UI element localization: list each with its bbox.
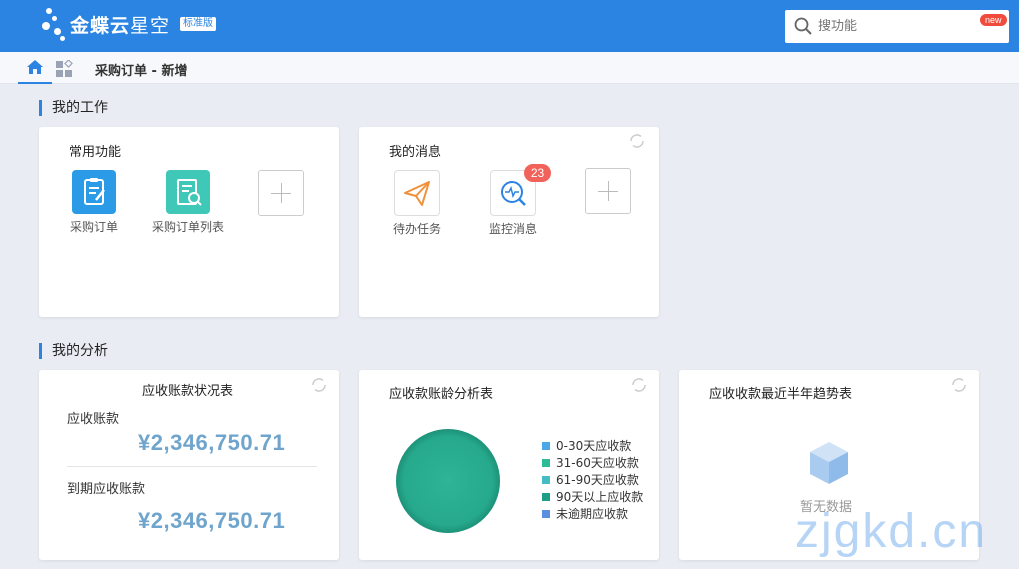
due-receivable-amount: ¥2,346,750.71: [138, 508, 286, 533]
refresh-icon[interactable]: [950, 376, 968, 394]
legend-item[interactable]: 61-90天应收款: [542, 471, 639, 488]
aging-pie-chart[interactable]: [394, 427, 502, 535]
tab-purchase-order-new[interactable]: 采购订单 - 新增: [95, 60, 187, 79]
common-functions-title: 常用功能: [69, 145, 122, 160]
receivable-label: 应收账款: [67, 412, 120, 427]
legend-item[interactable]: 未逾期应收款: [542, 505, 628, 522]
brand-name[interactable]: 金蝶云星空: [70, 11, 170, 38]
search-input[interactable]: [818, 16, 968, 36]
tab-bar: 采购订单 - 新增: [0, 52, 1019, 84]
home-icon: [27, 60, 43, 74]
add-function-button[interactable]: [258, 170, 304, 216]
refresh-icon[interactable]: [310, 376, 328, 394]
purchase-order-icon: [72, 170, 116, 214]
receipt-trend-title: 应收收款最近半年趋势表: [709, 387, 853, 402]
watermark: zjgkd.cn: [795, 505, 988, 558]
due-receivable-label: 到期应收账款: [67, 482, 146, 497]
receivable-amount: ¥2,346,750.71: [138, 430, 286, 455]
tile-todo-tasks[interactable]: 待办任务: [388, 170, 446, 237]
tile-label: 采购订单列表: [151, 220, 224, 234]
top-bar: 金蝶云星空 标准版 new: [0, 0, 1019, 52]
tab-home[interactable]: [18, 52, 52, 84]
receivable-status-title: 应收账款状况表: [142, 384, 234, 399]
my-work-section-title: 我的工作: [39, 100, 108, 116]
empty-box-icon: [810, 442, 848, 484]
tile-label: 待办任务: [392, 222, 441, 236]
tile-label: 监控消息: [488, 222, 537, 236]
new-badge: new: [980, 14, 1007, 26]
tile-order-list[interactable]: 采购订单列表: [150, 170, 226, 235]
tile-label: 采购订单: [69, 220, 118, 234]
search-box[interactable]: [785, 10, 1009, 43]
apps-icon[interactable]: [55, 60, 73, 78]
my-analysis-section-title: 我的分析: [39, 343, 108, 359]
aging-analysis-title: 应收款账龄分析表: [389, 387, 494, 402]
paper-plane-icon: [394, 170, 440, 216]
refresh-icon[interactable]: [628, 132, 646, 150]
pie-slice: [396, 429, 500, 533]
my-messages-title: 我的消息: [389, 145, 442, 160]
refresh-icon[interactable]: [630, 376, 648, 394]
add-message-button[interactable]: [585, 168, 631, 214]
legend-item[interactable]: 90天以上应收款: [542, 488, 643, 505]
tile-purchase-order[interactable]: 采购订单: [60, 170, 128, 235]
message-count-badge: 23: [524, 164, 551, 182]
search-icon[interactable]: [794, 17, 812, 35]
legend-item[interactable]: 31-60天应收款: [542, 454, 639, 471]
divider: [67, 466, 317, 467]
edition-badge: 标准版: [180, 17, 216, 31]
order-list-icon: [166, 170, 210, 214]
legend-item[interactable]: 0-30天应收款: [542, 437, 631, 454]
